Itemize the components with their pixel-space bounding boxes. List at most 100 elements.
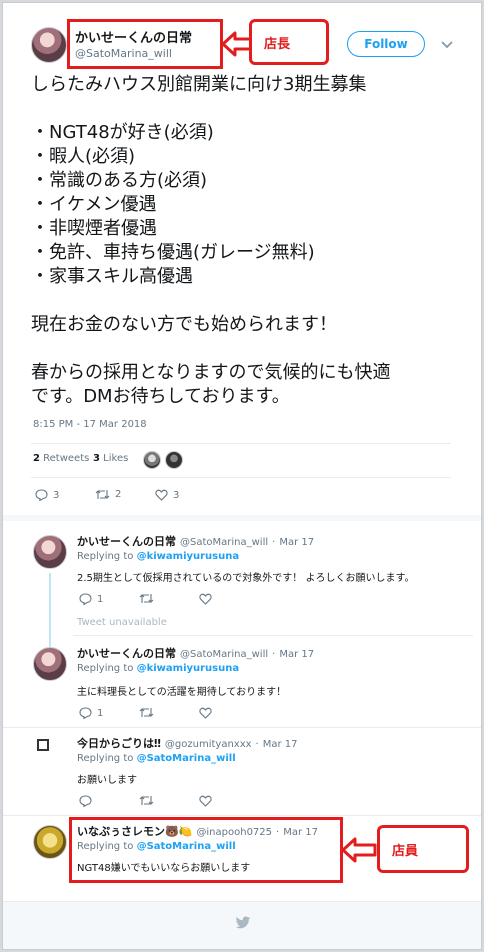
reply-author-handle[interactable]: @inapooh0725 [196, 827, 272, 838]
author-avatar[interactable] [31, 27, 67, 63]
retweet-action-count: 2 [115, 489, 122, 500]
reply-avatar[interactable] [33, 647, 67, 681]
reply-header: いなぷぅさレモン🐻🍋 @inapooh0725 · Mar 17 [77, 823, 318, 839]
separator-dot: · [272, 649, 276, 660]
twitter-bird-icon[interactable] [235, 915, 251, 934]
replying-to-link[interactable]: @SatoMarina_will [137, 753, 236, 764]
chevron-down-icon[interactable] [441, 37, 453, 53]
separator-dot: · [276, 827, 280, 838]
reply-avatar[interactable] [33, 535, 67, 569]
tweet-text: しらたみハウス別館開業に向け3期生募集 ・NGT48が好き(必須) ・暇人(必須… [31, 73, 451, 409]
divider [3, 815, 481, 816]
author-handle[interactable]: @SatoMarina_will [75, 47, 172, 60]
reply-text: お願いします [77, 775, 137, 786]
reply-avatar[interactable] [33, 825, 67, 859]
retweet-icon [139, 708, 154, 717]
reply-date[interactable]: Mar 17 [279, 537, 314, 548]
retweet-action[interactable] [139, 593, 154, 604]
replying-to-link[interactable]: @SatoMarina_will [137, 841, 236, 852]
section-divider [3, 515, 481, 521]
retweet-icon [139, 594, 154, 603]
tweet-line: 春からの採用となりますので気候的にも快適 [31, 362, 391, 383]
heart-icon [199, 593, 212, 605]
tweet-unavailable: Tweet unavailable [77, 617, 167, 628]
reply-count: 1 [97, 593, 104, 605]
reply-icon [35, 489, 48, 501]
retweet-label: Retweets [43, 453, 90, 464]
reply-action[interactable]: 1 [79, 593, 103, 605]
replying-to: Replying to @kiwamiyurusuna [77, 551, 239, 562]
heart-icon [155, 489, 168, 501]
tweet-line [31, 289, 451, 313]
replying-to: Replying to @SatoMarina_will [77, 753, 236, 764]
annotation-label-manager: 店長 [249, 19, 329, 65]
replying-to: Replying to @SatoMarina_will [77, 841, 236, 852]
reply-text: 2.5期生として仮採用されているので対象外です！ よろしくお願いします。 [77, 573, 415, 584]
tweet-timestamp[interactable]: 8:15 PM - 17 Mar 2018 [33, 419, 147, 430]
reply-author-handle[interactable]: @SatoMarina_will [180, 649, 268, 660]
reply-author-name[interactable]: 今日からごりは‼ [77, 735, 161, 751]
tweet-line: ・暇人(必須) [31, 146, 136, 167]
like-stat[interactable]: 3 Likes [93, 453, 128, 464]
retweet-action[interactable]: 2 [95, 489, 121, 500]
divider [73, 635, 473, 636]
like-action[interactable]: 3 [155, 489, 179, 501]
like-action[interactable] [199, 795, 212, 807]
reply-avatar[interactable] [37, 739, 49, 751]
retweet-icon [139, 796, 154, 805]
replying-prefix: Replying to [77, 753, 134, 764]
retweet-stat[interactable]: 2 Retweets [33, 453, 89, 464]
reply-count: 3 [53, 489, 60, 501]
retweet-count: 2 [33, 453, 40, 464]
reply-action[interactable]: 3 [35, 489, 59, 501]
like-action[interactable] [199, 707, 212, 719]
heart-icon [199, 707, 212, 719]
tweet-line: ・非喫煙者優遇 [31, 218, 157, 239]
reply-icon [79, 593, 92, 605]
follow-button[interactable]: Follow [347, 31, 425, 57]
divider [31, 477, 451, 478]
tweet-line: しらたみハウス別館開業に向け3期生募集 [31, 74, 367, 95]
tweet-line [31, 97, 451, 121]
reply-author-handle[interactable]: @gozumityanxxx [165, 739, 252, 750]
like-count: 3 [93, 453, 100, 464]
reply-header: かいせーくんの日常 @SatoMarina_will · Mar 17 [77, 645, 314, 661]
reply-author-handle[interactable]: @SatoMarina_will [180, 537, 268, 548]
reply-action[interactable] [79, 795, 92, 807]
reply-header: かいせーくんの日常 @SatoMarina_will · Mar 17 [77, 533, 314, 549]
tweet-line: ・免許、車持ち優遇(ガレージ無料) [31, 242, 315, 263]
annotation-arrow-left [341, 837, 377, 863]
reply-action[interactable]: 1 [79, 707, 103, 719]
liker-avatars [143, 451, 183, 469]
tweet-line: 現在お金のない方でも始められます！ [31, 314, 337, 335]
reply-header: 今日からごりは‼ @gozumityanxxx · Mar 17 [77, 735, 298, 751]
liker-avatar[interactable] [143, 451, 161, 469]
liker-avatar[interactable] [165, 451, 183, 469]
replying-prefix: Replying to [77, 551, 134, 562]
replying-to-link[interactable]: @kiwamiyurusuna [137, 551, 240, 562]
tweet-line: ・家事スキル高優遇 [31, 266, 193, 287]
replying-prefix: Replying to [77, 663, 134, 674]
like-action-count: 3 [173, 489, 180, 501]
reply-author-name[interactable]: かいせーくんの日常 [77, 533, 176, 549]
annotation-label-staff: 店員 [377, 825, 469, 873]
replying-to: Replying to @kiwamiyurusuna [77, 663, 239, 674]
reply-date[interactable]: Mar 17 [283, 827, 318, 838]
retweet-action[interactable] [139, 795, 154, 806]
retweet-action[interactable] [139, 707, 154, 718]
tweet-line: ・常識のある方(必須) [31, 170, 208, 191]
reply-author-name[interactable]: かいせーくんの日常 [77, 645, 176, 661]
divider [3, 727, 481, 728]
author-name[interactable]: かいせーくんの日常 [75, 27, 192, 46]
like-label: Likes [103, 453, 129, 464]
tweet-line: ・NGT48が好き(必須) [31, 122, 214, 143]
replying-to-link[interactable]: @kiwamiyurusuna [137, 663, 240, 674]
reply-date[interactable]: Mar 17 [279, 649, 314, 660]
replying-prefix: Replying to [77, 841, 134, 852]
reply-author-name[interactable]: いなぷぅさレモン🐻🍋 [77, 823, 192, 839]
retweet-icon [95, 490, 110, 499]
reply-icon [79, 795, 92, 807]
tweet-line: です。DMお待ちしております。 [31, 386, 290, 407]
reply-date[interactable]: Mar 17 [263, 739, 298, 750]
like-action[interactable] [199, 593, 212, 605]
